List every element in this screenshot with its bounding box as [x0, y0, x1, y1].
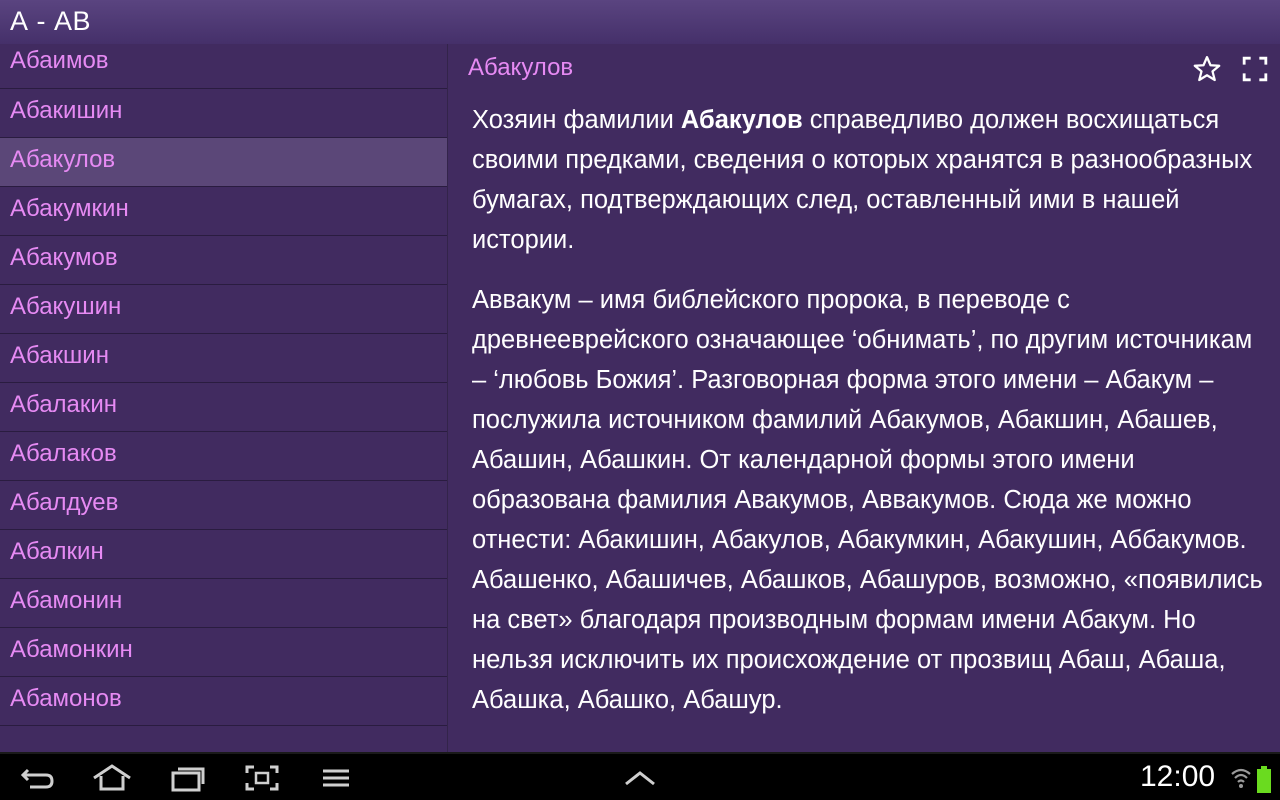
home-button[interactable] [86, 760, 138, 796]
list-item-label: Абакумов [10, 244, 118, 271]
screenshot-button[interactable] [236, 760, 288, 796]
back-button[interactable] [12, 760, 64, 796]
home-icon [93, 764, 131, 791]
list-item[interactable]: Абаимов [0, 40, 448, 89]
screenshot-icon [245, 765, 279, 791]
list-item[interactable]: Абалакин [0, 383, 448, 432]
list-item-label: Абалакин [10, 391, 118, 418]
recent-apps-icon [171, 767, 205, 792]
detail-title: Абакулов [468, 54, 574, 81]
fullscreen-button[interactable] [1238, 52, 1272, 86]
list-item-label: Абалаков [10, 440, 117, 467]
list-item[interactable]: Абалаков [0, 432, 448, 481]
fullscreen-icon [1242, 56, 1268, 82]
title-bar: А - АВ [0, 0, 1280, 44]
clock: 12:00 [1140, 760, 1216, 793]
list-item[interactable]: Абамонов [0, 677, 448, 726]
list-item[interactable]: Абакишин [0, 89, 448, 138]
surname-bold: Абакулов [680, 106, 803, 134]
list-item[interactable]: Абакумов [0, 236, 448, 285]
list-item-label: Абамонин [10, 587, 123, 614]
list-item-label: Абамонкин [10, 636, 133, 663]
description-text: Хозяин фамилии Абакулов справедливо долж… [472, 100, 1272, 740]
text-span: Хозяин фамилии [472, 106, 681, 134]
list-item[interactable]: Абамонкин [0, 628, 448, 677]
list-item[interactable]: Абакушин [0, 285, 448, 334]
menu-icon [323, 769, 349, 787]
back-icon [20, 768, 54, 789]
list-item[interactable]: Абакшин [0, 334, 448, 383]
battery-icon [1257, 766, 1271, 793]
expand-button[interactable] [614, 760, 666, 796]
star-icon [1193, 56, 1221, 82]
menu-button[interactable] [310, 760, 362, 796]
list-item-label: Абаимов [10, 47, 109, 74]
page-title: А - АВ [10, 6, 92, 36]
list-item-label: Абакулов [10, 146, 116, 173]
list-item-label: Абакишин [10, 97, 123, 124]
list-item-label: Абакумкин [10, 195, 129, 222]
list-item-selected[interactable]: Абакулов [0, 138, 448, 187]
favorite-button[interactable] [1190, 52, 1224, 86]
list-item-label: Абамонов [10, 685, 122, 712]
list-item[interactable]: Абалкин [0, 530, 448, 579]
system-nav-bar: 12:00 [0, 752, 1280, 800]
app-window: А - АВ Абаимов Абакишин Абакулов Абакумк… [0, 0, 1280, 800]
list-item-label: Абакушин [10, 293, 122, 320]
detail-pane: Абакулов Хозяин фамилии Абакулов справед… [448, 44, 1280, 752]
list-item[interactable]: Абакумкин [0, 187, 448, 236]
list-item-label: Абакшин [10, 342, 109, 369]
list-item[interactable]: Абамонин [0, 579, 448, 628]
list-item-label: Абалдуев [10, 489, 119, 516]
list-item[interactable]: Абалдуев [0, 481, 448, 530]
chevron-up-icon [625, 771, 655, 786]
recent-apps-button[interactable] [162, 760, 214, 796]
list-item-label: Абалкин [10, 538, 104, 565]
description-paragraph: Аввакум – имя библейского пророка, в пер… [472, 286, 1263, 714]
description-paragraph: Хозяин фамилии Абакулов справедливо долж… [472, 100, 1272, 260]
wifi-icon [1231, 768, 1251, 788]
surname-list[interactable]: Абаимов Абакишин Абакулов Абакумкин Абак… [0, 40, 448, 752]
